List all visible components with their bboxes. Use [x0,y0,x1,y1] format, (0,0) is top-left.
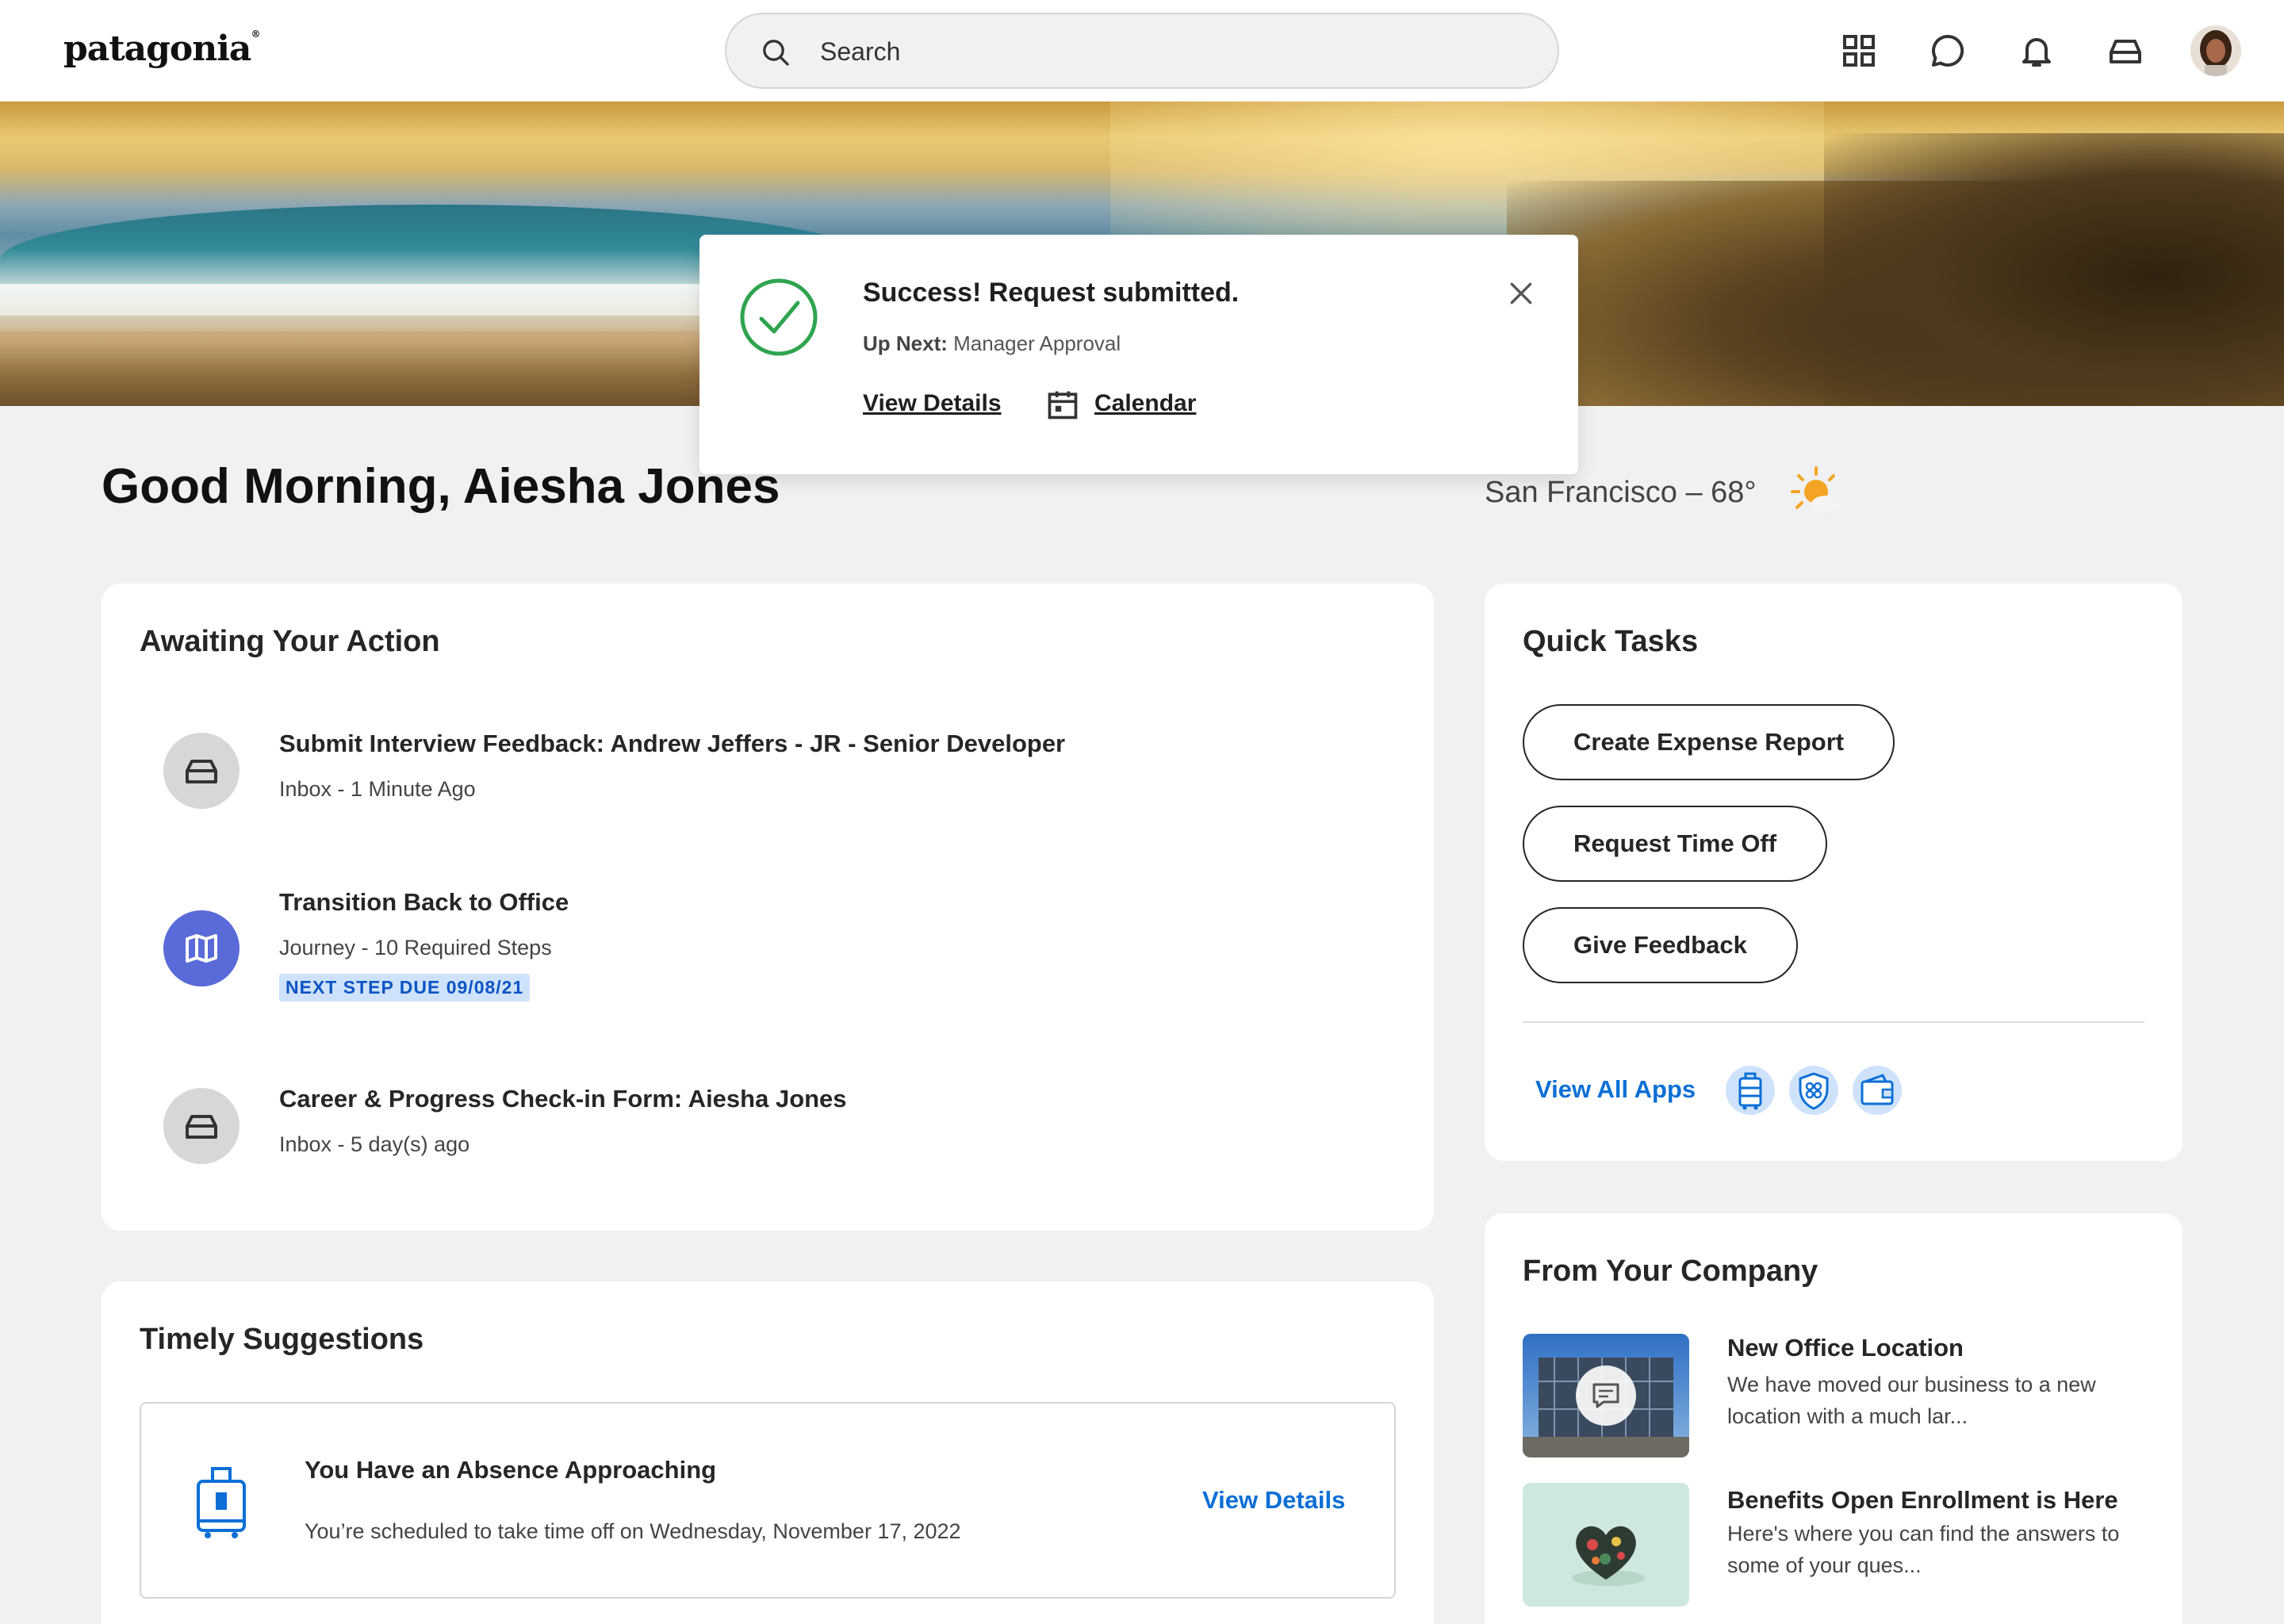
create-expense-report-button[interactable]: Create Expense Report [1523,704,1895,780]
toast-title: Success! Request submitted. [863,278,1240,308]
luggage-icon[interactable] [1726,1066,1775,1115]
partly-sunny-icon [1791,466,1840,514]
success-toast: Success! Request submitted. Up Next: Man… [699,235,1578,474]
chat-icon[interactable] [1929,32,1967,70]
toast-up-next: Up Next: Manager Approval [863,331,1121,355]
timely-suggestions-card: Timely Suggestions You Have an Absence A… [102,1281,1434,1624]
greeting-heading: Good Morning, Aiesha Jones [102,459,780,514]
quick-tasks-title: Quick Tasks [1523,625,1699,658]
quick-tasks-card: Quick Tasks Create Expense Report Reques… [1485,584,2182,1161]
suggestion-title: You Have an Absence Approaching [305,1456,717,1484]
awaiting-action-card: Awaiting Your Action Submit Interview Fe… [102,584,1434,1231]
suggestion-view-details-link[interactable]: View Details [1202,1486,1345,1515]
calendar-icon[interactable] [1045,387,1080,422]
search-input[interactable] [820,32,1518,71]
awaiting-item[interactable]: Career & Progress Check-in Form: Aiesha … [102,1082,1434,1169]
awaiting-item[interactable]: Submit Interview Feedback: Andrew Jeffer… [102,726,1434,814]
apps-grid-icon[interactable] [1840,32,1878,70]
give-feedback-button[interactable]: Give Feedback [1523,907,1798,983]
map-icon [163,910,240,986]
awaiting-item-title[interactable]: Submit Interview Feedback: Andrew Jeffer… [279,730,1065,758]
check-circle-icon [740,278,818,356]
suggestion-item: You Have an Absence Approaching You’re s… [140,1402,1396,1599]
wallet-icon[interactable] [1853,1066,1902,1115]
inbox-icon [163,733,240,809]
shield-icon[interactable] [1789,1066,1838,1115]
timely-suggestions-title: Timely Suggestions [140,1323,424,1356]
awaiting-item-sub: Journey - 10 Required Steps [279,936,552,959]
divider [1523,1021,2144,1023]
request-time-off-button[interactable]: Request Time Off [1523,806,1828,882]
awaiting-item-sub: Inbox - 1 Minute Ago [279,777,476,801]
news-item-title[interactable]: Benefits Open Enrollment is Here [1727,1486,2118,1515]
toast-calendar-link[interactable]: Calendar [1094,390,1196,417]
office-building-thumbnail[interactable] [1523,1334,1689,1457]
close-icon[interactable] [1505,278,1537,309]
awaiting-item-title[interactable]: Transition Back to Office [279,888,569,917]
user-avatar[interactable] [2190,25,2241,76]
news-item-title[interactable]: New Office Location [1727,1334,1964,1362]
inbox-icon[interactable] [2106,32,2144,70]
search-bar[interactable] [725,13,1559,89]
status-badge: NEXT STEP DUE 09/08/21 [279,974,531,1002]
patagonia-logo[interactable]: patagonia® [63,29,260,69]
bell-icon[interactable] [2018,32,2056,70]
awaiting-item-title[interactable]: Career & Progress Check-in Form: Aiesha … [279,1085,847,1113]
view-all-apps-link[interactable]: View All Apps [1535,1075,1696,1104]
awaiting-item[interactable]: Transition Back to Office Journey - 10 R… [102,885,1434,1004]
from-your-company-card: From Your Company New Office Location We… [1485,1213,2182,1624]
awaiting-item-sub: Inbox - 5 day(s) ago [279,1132,470,1156]
top-header: patagonia® [0,0,2284,102]
news-item-desc: Here's where you can find the answers to… [1727,1522,2120,1577]
weather-text: San Francisco – 68° [1485,476,1757,509]
awaiting-action-title: Awaiting Your Action [140,625,440,658]
luggage-icon [197,1467,246,1538]
search-icon [763,40,789,66]
inbox-icon [163,1088,240,1164]
news-item-desc: We have moved our business to a new loca… [1727,1373,2096,1428]
suggestion-sub: You’re scheduled to take time off on Wed… [305,1519,961,1543]
from-your-company-title: From Your Company [1523,1254,1818,1288]
toast-view-details-link[interactable]: View Details [863,390,1002,417]
benefits-heart-thumbnail[interactable] [1523,1483,1689,1607]
